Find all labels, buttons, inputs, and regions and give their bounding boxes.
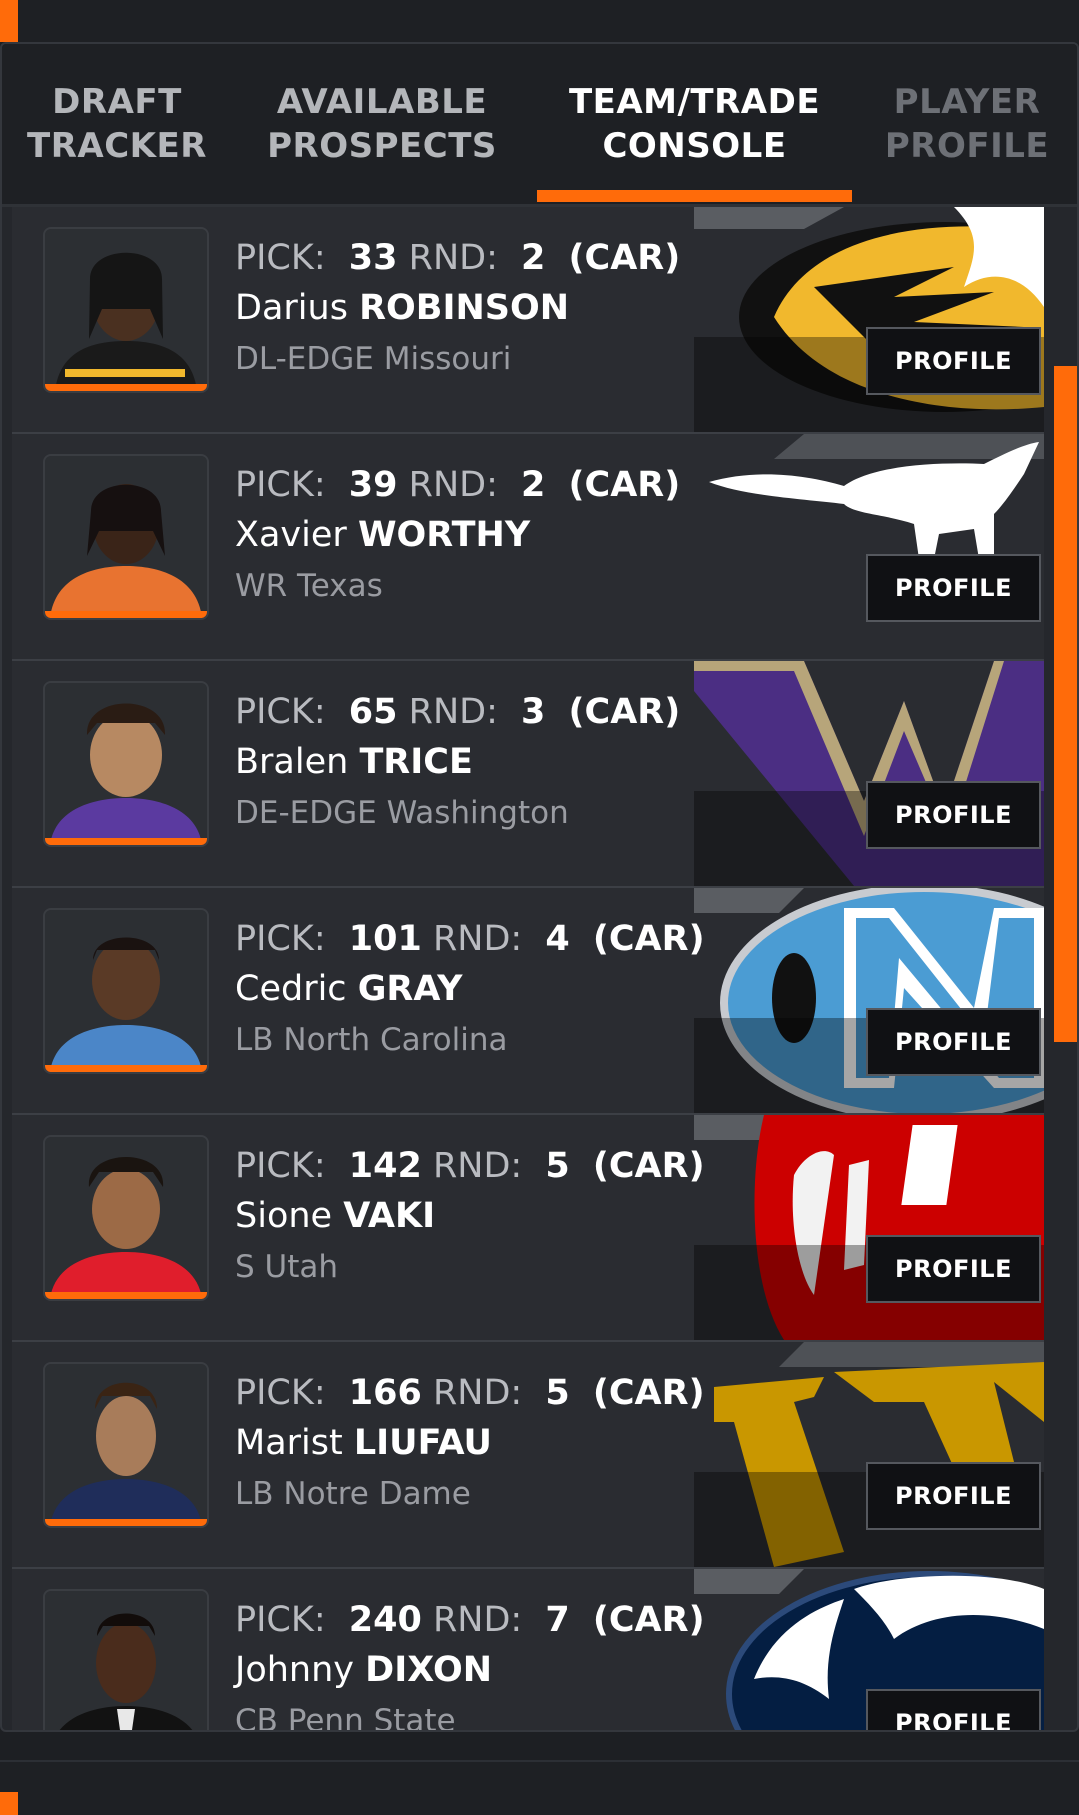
team-code: (CAR) [568, 692, 681, 732]
pick-info: PICK: 166 RND: 5 (CAR) Marist LIUFAU LB … [235, 1368, 735, 1520]
player-photo [43, 1589, 209, 1730]
profile-button[interactable]: PROFILE [866, 554, 1041, 622]
pick-number: 33 [348, 238, 398, 278]
team-code: (CAR) [592, 1600, 705, 1640]
pick-row[interactable]: PICK: 39 RND: 2 (CAR) Xavier WORTHY WR T… [12, 434, 1044, 661]
tab-available-prospects[interactable]: AVAILABLE PROSPECTS [242, 64, 522, 184]
profile-button[interactable]: PROFILE [866, 327, 1041, 395]
pick-line: PICK: 240 RND: 7 (CAR) [235, 1600, 705, 1640]
pick-row[interactable]: PICK: 142 RND: 5 (CAR) Sione VAKI S Utah… [12, 1115, 1044, 1342]
player-photo [43, 227, 209, 393]
position-school: WR Texas [235, 568, 383, 604]
pick-line: PICK: 101 RND: 4 (CAR) [235, 919, 705, 959]
position-school: DL-EDGE Missouri [235, 341, 512, 377]
photo-accent-stripe [45, 1292, 207, 1299]
profile-button[interactable]: PROFILE [866, 781, 1041, 849]
pick-info: PICK: 33 RND: 2 (CAR) Darius ROBINSON DL… [235, 233, 735, 385]
pick-info: PICK: 101 RND: 4 (CAR) Cedric GRAY LB No… [235, 914, 735, 1066]
player-photo [43, 1135, 209, 1301]
profile-button[interactable]: PROFILE [866, 1235, 1041, 1303]
pick-line: PICK: 39 RND: 2 (CAR) [235, 465, 681, 505]
player-photo [43, 681, 209, 847]
picks-list: PICK: 33 RND: 2 (CAR) Darius ROBINSON DL… [12, 207, 1044, 1732]
team-code: (CAR) [592, 1373, 705, 1413]
notre-dame-nd-logo [694, 1342, 1044, 1567]
active-tab-indicator [537, 190, 852, 202]
round-number: 2 [521, 465, 546, 505]
photo-accent-stripe [45, 1065, 207, 1072]
photo-accent-stripe [45, 611, 207, 618]
pick-info: PICK: 142 RND: 5 (CAR) Sione VAKI S Utah [235, 1141, 735, 1293]
pick-line: PICK: 33 RND: 2 (CAR) [235, 238, 681, 278]
player-name: Xavier WORTHY [235, 515, 531, 555]
pick-row[interactable]: PICK: 240 RND: 7 (CAR) Johnny DIXON CB P… [12, 1569, 1044, 1732]
pick-number: 166 [348, 1373, 422, 1413]
round-number: 5 [545, 1146, 570, 1186]
team-code: (CAR) [592, 919, 705, 959]
top-bar [0, 0, 1079, 42]
pick-row[interactable]: PICK: 33 RND: 2 (CAR) Darius ROBINSON DL… [12, 207, 1044, 434]
player-name: Sione VAKI [235, 1196, 436, 1236]
tab-player-profile[interactable]: PLAYER PROFILE [862, 64, 1072, 184]
utah-u-logo [694, 1115, 1044, 1340]
pick-number: 142 [348, 1146, 422, 1186]
texas-longhorn-logo [694, 434, 1044, 659]
pick-row[interactable]: PICK: 166 RND: 5 (CAR) Marist LIUFAU LB … [12, 1342, 1044, 1569]
pick-number: 39 [348, 465, 398, 505]
photo-accent-stripe [45, 1519, 207, 1526]
pick-row[interactable]: PICK: 101 RND: 4 (CAR) Cedric GRAY LB No… [12, 888, 1044, 1115]
washington-w-logo [694, 661, 1044, 886]
photo-accent-stripe [45, 384, 207, 391]
profile-button[interactable]: PROFILE [866, 1462, 1041, 1530]
pick-number: 240 [348, 1600, 422, 1640]
pick-info: PICK: 39 RND: 2 (CAR) Xavier WORTHY WR T… [235, 460, 735, 612]
round-number: 4 [545, 919, 570, 959]
round-number: 5 [545, 1373, 570, 1413]
position-school: S Utah [235, 1249, 339, 1285]
round-number: 2 [521, 238, 546, 278]
pick-info: PICK: 65 RND: 3 (CAR) Bralen TRICE DE-ED… [235, 687, 735, 839]
unc-logo [694, 888, 1044, 1113]
profile-button[interactable]: PROFILE [866, 1008, 1041, 1076]
player-name: Darius ROBINSON [235, 288, 570, 328]
tab-draft-tracker[interactable]: DRAFT TRACKER [12, 64, 222, 184]
pick-info: PICK: 240 RND: 7 (CAR) Johnny DIXON CB P… [235, 1595, 735, 1732]
profile-button[interactable]: PROFILE [866, 1689, 1041, 1730]
pick-line: PICK: 65 RND: 3 (CAR) [235, 692, 681, 732]
team-code: (CAR) [592, 1146, 705, 1186]
player-name: Bralen TRICE [235, 742, 473, 782]
position-school: CB Penn State [235, 1703, 456, 1732]
player-name: Marist LIUFAU [235, 1423, 492, 1463]
player-name: Johnny DIXON [235, 1650, 492, 1690]
round-number: 7 [545, 1600, 570, 1640]
top-accent [0, 0, 18, 42]
team-code: (CAR) [568, 465, 681, 505]
player-photo [43, 908, 209, 1074]
bottom-accent [0, 1792, 18, 1815]
player-photo [43, 454, 209, 620]
team-trade-panel: DRAFT TRACKER AVAILABLE PROSPECTS TEAM/T… [0, 42, 1079, 1732]
pick-row[interactable]: PICK: 65 RND: 3 (CAR) Bralen TRICE DE-ED… [12, 661, 1044, 888]
pick-number: 101 [348, 919, 422, 959]
position-school: LB North Carolina [235, 1022, 508, 1058]
scrollbar-thumb[interactable] [1054, 366, 1077, 1042]
player-photo [43, 1362, 209, 1528]
tab-team-trade-console[interactable]: TEAM/TRADE CONSOLE [537, 64, 852, 184]
position-school: LB Notre Dame [235, 1476, 471, 1512]
photo-accent-stripe [45, 838, 207, 845]
pick-line: PICK: 142 RND: 5 (CAR) [235, 1146, 705, 1186]
missouri-tiger-logo [694, 207, 1044, 432]
pick-line: PICK: 166 RND: 5 (CAR) [235, 1373, 705, 1413]
pick-number: 65 [348, 692, 398, 732]
position-school: DE-EDGE Washington [235, 795, 569, 831]
bottom-bar [0, 1760, 1079, 1815]
team-code: (CAR) [568, 238, 681, 278]
player-name: Cedric GRAY [235, 969, 463, 1009]
round-number: 3 [521, 692, 546, 732]
tab-bar: DRAFT TRACKER AVAILABLE PROSPECTS TEAM/T… [2, 44, 1077, 207]
